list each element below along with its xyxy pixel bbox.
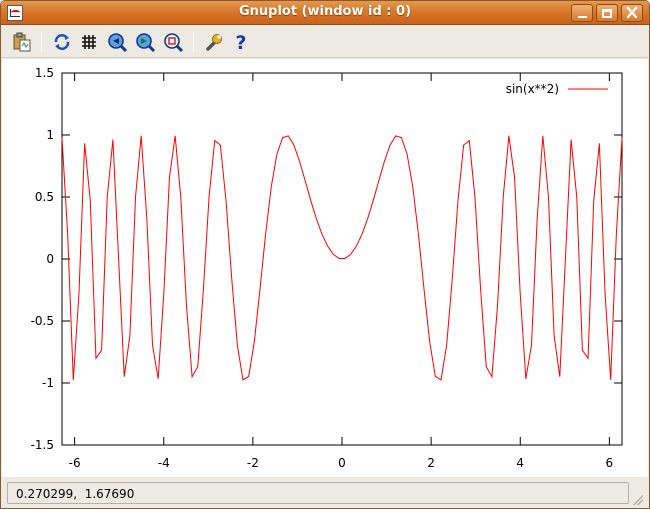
- copy-to-clipboard-button[interactable]: [11, 31, 33, 53]
- status-panel: 0.270299, 1.67690: [7, 482, 629, 504]
- clipboard-icon: [13, 32, 31, 52]
- close-icon: [626, 6, 638, 19]
- series-line-sin-x2: [61, 135, 623, 381]
- replot-button[interactable]: [51, 31, 73, 53]
- zoom-next-icon: [136, 33, 156, 53]
- refresh-icon: [54, 34, 70, 50]
- maximize-icon: [602, 9, 612, 18]
- x-tick-label: -6: [69, 456, 81, 470]
- toolbar: ?: [1, 26, 649, 58]
- x-tick-label: 0: [338, 456, 346, 470]
- next-zoom-button[interactable]: [134, 31, 156, 53]
- y-tick-label: -1: [42, 376, 54, 390]
- legend-label: sin(x**2): [506, 82, 559, 96]
- mouse-coordinates: 0.270299, 1.67690: [16, 487, 135, 501]
- help-icon: ?: [235, 32, 246, 54]
- autoscale-button[interactable]: [162, 31, 184, 53]
- close-button[interactable]: [621, 4, 643, 22]
- y-tick-label: -0.5: [31, 314, 54, 328]
- title-bar[interactable]: Gnuplot (window id : 0): [1, 1, 649, 25]
- window-title: Gnuplot (window id : 0): [238, 4, 412, 19]
- x-tick-label: -2: [247, 456, 259, 470]
- options-button[interactable]: [203, 31, 225, 53]
- plot-svg[interactable]: -6 -4 -2 0 2 4 6 -1.5 -1 -0.5 0 0.5 1 1.5 sin(x**2): [2, 59, 648, 477]
- x-tick-label: 2: [427, 456, 435, 470]
- help-button[interactable]: ?: [230, 31, 252, 54]
- autoscale-icon: [164, 33, 184, 53]
- y-tick-label: 0: [46, 252, 54, 266]
- y-tick-label: 1.5: [35, 66, 54, 80]
- y-tick-label: 0.5: [35, 190, 54, 204]
- gnuplot-window: Gnuplot (window id : 0) ? -6 -4 -2 0 2 4…: [0, 0, 650, 509]
- maximize-button[interactable]: [596, 4, 618, 22]
- svg-text:?: ?: [235, 32, 246, 53]
- minimize-button[interactable]: [571, 4, 593, 22]
- x-tick-label: -4: [158, 456, 170, 470]
- grid-button[interactable]: [78, 31, 100, 53]
- plot-canvas[interactable]: -6 -4 -2 0 2 4 6 -1.5 -1 -0.5 0 0.5 1 1.5 sin(x**2): [2, 59, 648, 477]
- x-tick-label: 4: [516, 456, 524, 470]
- zoom-previous-icon: [108, 33, 128, 53]
- minimize-icon: [578, 16, 587, 18]
- resize-grip-icon[interactable]: [633, 495, 643, 505]
- previous-zoom-button[interactable]: [106, 31, 128, 53]
- wrench-icon: [206, 34, 222, 51]
- grid-icon: [82, 35, 96, 49]
- y-tick-label: 1: [46, 128, 54, 142]
- status-bar: 0.270299, 1.67690: [1, 479, 649, 508]
- y-tick-label: -1.5: [31, 438, 54, 452]
- x-tick-label: 6: [606, 456, 614, 470]
